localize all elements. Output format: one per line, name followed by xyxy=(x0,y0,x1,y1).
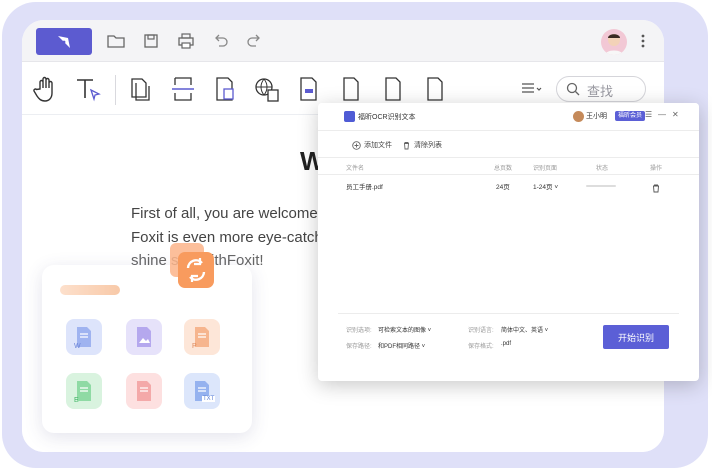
page-range-value: 1-24页 xyxy=(533,184,553,191)
recognize-option-label: 识别选项: xyxy=(346,328,372,334)
word-label: W xyxy=(74,343,81,350)
search-placeholder: 查找 xyxy=(587,84,614,99)
add-file-button[interactable]: 添加文件 xyxy=(352,140,392,150)
language-select[interactable]: 简体中文、英语 ˅ xyxy=(501,325,548,334)
excel-icon[interactable]: E xyxy=(66,373,102,409)
txt-label: TXT xyxy=(202,396,216,402)
app-logo-button[interactable] xyxy=(36,28,92,55)
search-box[interactable]: 查找 xyxy=(556,76,646,102)
search-icon xyxy=(566,82,580,96)
split-icon[interactable] xyxy=(167,73,199,105)
save-format-label: 保存格式: xyxy=(468,344,494,350)
person-avatar-icon xyxy=(605,34,623,55)
convert-icon[interactable] xyxy=(251,73,283,105)
plus-circle-icon xyxy=(352,140,361,150)
col-filename: 文件名 xyxy=(346,166,365,172)
save-icon[interactable] xyxy=(141,31,161,51)
toolbar-divider xyxy=(115,75,116,105)
device-frame: 查找 W First of all, you are welcome t Fox… xyxy=(2,2,708,468)
card-header-bar xyxy=(60,285,120,295)
copy-icon[interactable] xyxy=(377,73,409,105)
scan-icon[interactable] xyxy=(335,73,367,105)
col-actions: 操作 xyxy=(650,166,663,172)
table-row[interactable]: 员工手册.pdf 24页 1-24页 ˅ xyxy=(318,175,699,195)
trash-icon xyxy=(404,141,409,149)
page-icon[interactable] xyxy=(293,73,325,105)
user-avatar-icon xyxy=(573,111,584,122)
more-options-icon[interactable] xyxy=(636,31,650,51)
footer-divider xyxy=(338,313,679,314)
member-badge: 福昕会员 xyxy=(615,111,646,121)
delete-row-icon[interactable] xyxy=(652,180,660,198)
file-pages: 24页 xyxy=(496,184,510,191)
redo-icon[interactable] xyxy=(244,31,264,51)
ocr-logo-icon xyxy=(344,111,355,122)
save-path-select[interactable]: 和PDF相同路径 ˅ xyxy=(378,341,425,350)
menu-icon[interactable]: ☰ xyxy=(645,110,652,119)
print-icon[interactable] xyxy=(176,31,196,51)
text-select-icon[interactable] xyxy=(72,73,104,105)
minimize-icon[interactable]: — xyxy=(658,110,666,119)
save-path-value: 和PDF相同路径 xyxy=(378,344,421,350)
status-progress xyxy=(586,185,616,187)
col-pages: 总页数 xyxy=(494,166,513,172)
file-name: 员工手册.pdf xyxy=(346,184,383,191)
folder-open-icon[interactable] xyxy=(106,31,126,51)
col-range: 识别页面 xyxy=(533,166,558,172)
clear-list-label: 清除列表 xyxy=(414,142,442,149)
top-bar xyxy=(22,20,664,62)
page-range-select[interactable]: 1-24页 ˅ xyxy=(533,181,558,191)
image-icon[interactable] xyxy=(126,319,162,355)
view-mode-icon[interactable] xyxy=(517,73,545,105)
ocr-user-name[interactable]: 王小明 xyxy=(586,111,607,121)
undo-icon[interactable] xyxy=(211,31,231,51)
language-value: 简体中文、英语 xyxy=(501,328,544,334)
clear-list-button[interactable]: 清除列表 xyxy=(402,140,442,150)
ppt-label: P xyxy=(192,343,197,350)
paragraph-line: Foxit is even more eye-catchi xyxy=(131,228,327,246)
close-icon[interactable]: ✕ xyxy=(672,110,679,119)
ocr-title: 福昕OCR识别文本 xyxy=(358,114,416,121)
file-table-header: 文件名 总页数 识别页面 状态 操作 xyxy=(318,158,699,175)
user-avatar[interactable] xyxy=(601,29,627,55)
save-format-value: .pdf xyxy=(501,341,512,347)
word-icon[interactable]: W xyxy=(66,319,102,355)
start-recognition-button[interactable]: 开始识别 xyxy=(603,325,669,349)
sync-icon xyxy=(170,243,216,289)
recognize-option-select[interactable]: 可检索文本的图像 ˅ xyxy=(378,325,431,334)
save-path-label: 保存路径: xyxy=(346,344,372,350)
paragraph-line: First of all, you are welcome t xyxy=(131,205,327,222)
recognize-option-value: 可检索文本的图像 xyxy=(378,328,427,334)
pdf-image-icon[interactable] xyxy=(126,373,162,409)
ocr-dialog: 福昕OCR识别文本 王小明 福昕会员 ☰ — ✕ 添加文件 清除列表 文件名 总… xyxy=(318,103,699,381)
excel-label: E xyxy=(74,397,79,404)
language-label: 识别语言: xyxy=(468,328,494,334)
pages-icon[interactable] xyxy=(125,73,157,105)
ocr-title-bar: 福昕OCR识别文本 王小明 福昕会员 ☰ — ✕ xyxy=(318,103,699,131)
file-icon[interactable] xyxy=(419,73,451,105)
hand-icon[interactable] xyxy=(30,73,62,105)
add-file-label: 添加文件 xyxy=(364,142,392,149)
pen-nib-icon xyxy=(58,35,70,48)
col-status: 状态 xyxy=(596,166,609,172)
convert-format-card: W P E TXT xyxy=(42,265,252,433)
ppt-icon[interactable]: P xyxy=(184,319,220,355)
extract-icon[interactable] xyxy=(209,73,241,105)
txt-icon[interactable]: TXT xyxy=(184,373,220,409)
ocr-actions: 添加文件 清除列表 xyxy=(318,131,699,158)
